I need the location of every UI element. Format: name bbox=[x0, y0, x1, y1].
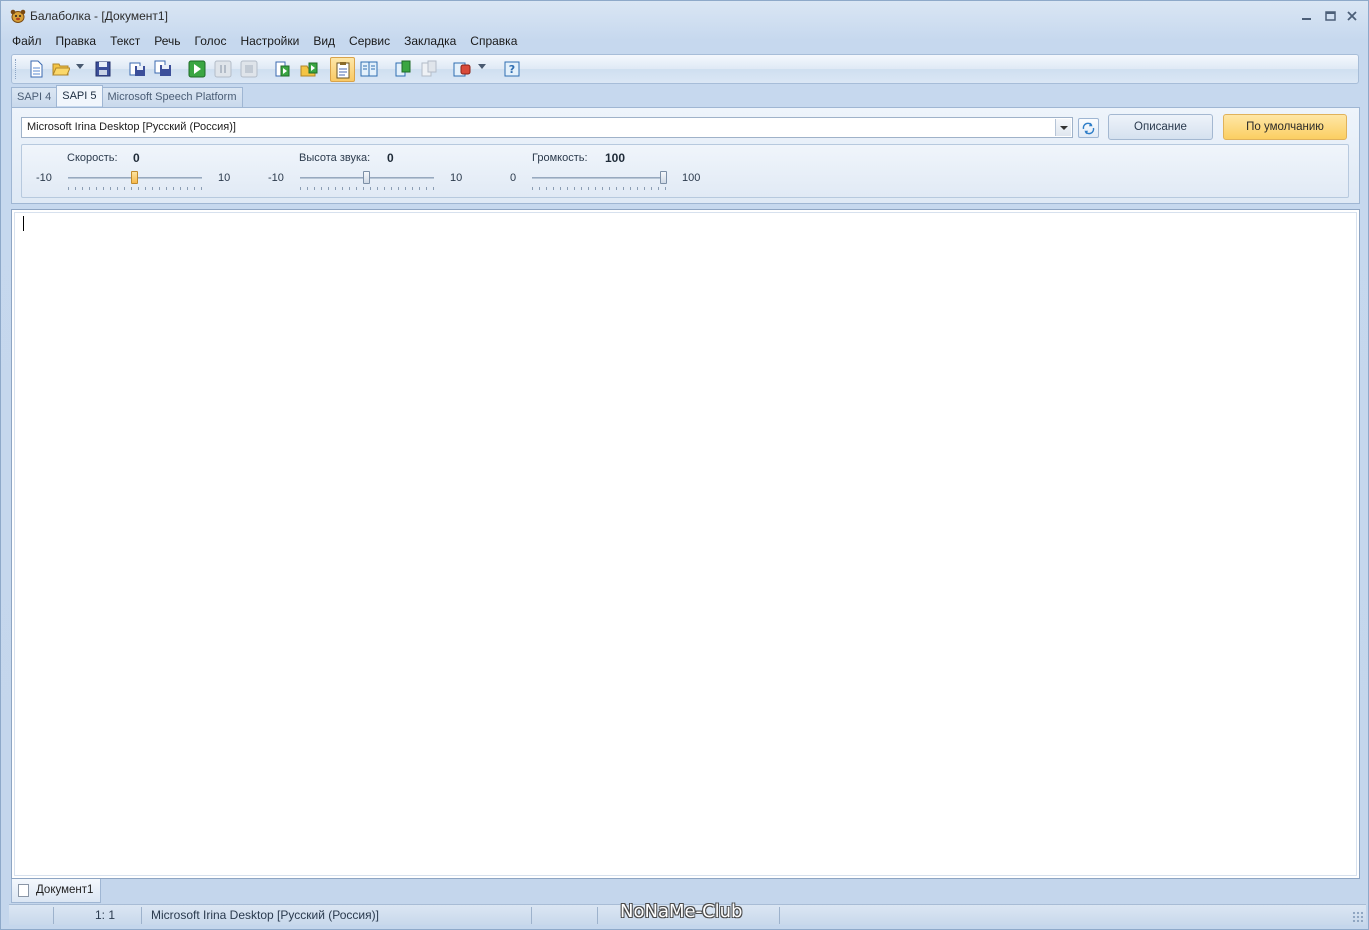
pitch-min: -10 bbox=[268, 172, 284, 184]
status-separator bbox=[597, 907, 598, 924]
resize-grip-icon[interactable] bbox=[1352, 911, 1363, 922]
status-voice: Microsoft Irina Desktop [Русский (Россия… bbox=[151, 908, 379, 922]
voice-panel: Microsoft Irina Desktop [Русский (Россия… bbox=[11, 107, 1360, 204]
rate-min: -10 bbox=[36, 172, 52, 184]
description-button[interactable]: Описание bbox=[1108, 114, 1213, 140]
close-icon[interactable] bbox=[1342, 8, 1362, 24]
play-icon[interactable] bbox=[188, 60, 206, 78]
volume-max: 100 bbox=[682, 172, 701, 184]
pitch-ticks bbox=[300, 187, 434, 190]
menu-view[interactable]: Вид bbox=[306, 32, 342, 52]
voice-dropdown-icon[interactable] bbox=[478, 64, 486, 69]
text-editor[interactable] bbox=[11, 209, 1360, 879]
pitch-label: Высота звука: bbox=[299, 152, 371, 164]
volume-track[interactable] bbox=[532, 177, 666, 179]
tab-sapi5[interactable]: SAPI 5 bbox=[56, 85, 103, 106]
save-icon[interactable] bbox=[94, 60, 112, 78]
status-separator bbox=[53, 907, 54, 924]
clipboard-monitor-icon bbox=[336, 62, 350, 79]
voice-select[interactable]: Microsoft Irina Desktop [Русский (Россия… bbox=[21, 117, 1073, 138]
pitch-value: 0 bbox=[387, 151, 394, 165]
open-dropdown-icon[interactable] bbox=[76, 64, 84, 69]
toolbar-grip[interactable] bbox=[15, 59, 18, 79]
minimize-icon[interactable] bbox=[1296, 8, 1316, 24]
batch-convert-icon[interactable] bbox=[154, 60, 172, 78]
help-icon[interactable]: ? bbox=[503, 60, 521, 78]
menu-speech[interactable]: Речь bbox=[147, 32, 187, 52]
tab-sapi4[interactable]: SAPI 4 bbox=[11, 87, 58, 107]
status-separator bbox=[531, 907, 532, 924]
toolbar: ? bbox=[11, 54, 1359, 84]
document-tab-label: Документ1 bbox=[36, 884, 94, 896]
open-folder-icon[interactable] bbox=[52, 60, 70, 78]
title-bar: Балаболка - [Документ1] bbox=[1, 1, 1368, 31]
status-separator bbox=[779, 907, 780, 924]
engine-tabs: SAPI 4 SAPI 5 Microsoft Speech Platform bbox=[11, 85, 243, 107]
menu-file[interactable]: Файл bbox=[5, 32, 49, 52]
menu-bookmark[interactable]: Закладка bbox=[397, 32, 463, 52]
default-button[interactable]: По умолчанию bbox=[1223, 114, 1347, 140]
new-document-icon[interactable] bbox=[27, 60, 45, 78]
read-clipboard-icon[interactable] bbox=[273, 60, 291, 78]
tab-speech-platform[interactable]: Microsoft Speech Platform bbox=[101, 87, 243, 107]
menu-bar: Файл Правка Текст Речь Голос Настройки В… bbox=[5, 32, 524, 52]
window-title: Балаболка - [Документ1] bbox=[30, 9, 168, 23]
maximize-icon[interactable] bbox=[1320, 8, 1340, 24]
cursor-position: 1: 1 bbox=[95, 908, 116, 922]
menu-voice[interactable]: Голос bbox=[188, 32, 234, 52]
volume-ticks bbox=[532, 187, 666, 190]
voice-select-value: Microsoft Irina Desktop [Русский (Россия… bbox=[27, 121, 236, 133]
voice-select-icon[interactable] bbox=[453, 60, 471, 78]
volume-label: Громкость: bbox=[532, 152, 588, 164]
volume-value: 100 bbox=[605, 151, 626, 165]
volume-min: 0 bbox=[510, 172, 517, 184]
menu-tools[interactable]: Сервис bbox=[342, 32, 397, 52]
pitch-max: 10 bbox=[450, 172, 463, 184]
svg-text:?: ? bbox=[509, 63, 515, 76]
app-window: Балаболка - [Документ1] Файл Правка Текс… bbox=[0, 0, 1369, 930]
split-icon[interactable] bbox=[394, 60, 412, 78]
watermark: NoNaMe-Club bbox=[620, 901, 743, 922]
refresh-voices-icon[interactable] bbox=[1078, 118, 1099, 138]
menu-settings[interactable]: Настройки bbox=[233, 32, 306, 52]
merge-icon[interactable] bbox=[420, 60, 438, 78]
volume-slider-thumb[interactable] bbox=[660, 171, 667, 184]
export-audio-icon[interactable] bbox=[128, 60, 146, 78]
app-logo-icon bbox=[10, 9, 26, 23]
dictionary-icon[interactable] bbox=[360, 60, 378, 78]
document-tab[interactable]: Документ1 bbox=[11, 879, 101, 903]
menu-edit[interactable]: Правка bbox=[49, 32, 104, 52]
voice-select-arrow-icon[interactable] bbox=[1055, 119, 1071, 136]
pitch-slider-thumb[interactable] bbox=[363, 171, 370, 184]
pause-icon[interactable] bbox=[214, 60, 232, 78]
menu-text[interactable]: Текст bbox=[103, 32, 147, 52]
rate-slider-thumb[interactable] bbox=[131, 171, 138, 184]
stop-icon[interactable] bbox=[240, 60, 258, 78]
text-editor-area[interactable] bbox=[14, 212, 1357, 876]
clipboard-monitor-button[interactable] bbox=[330, 57, 355, 82]
rate-label: Скорость: bbox=[67, 152, 118, 164]
text-caret bbox=[23, 216, 24, 231]
rate-ticks bbox=[68, 187, 202, 190]
status-separator bbox=[141, 907, 142, 924]
voice-sliders: Скорость: 0 -10 10 Высота звука: 0 -10 1… bbox=[21, 144, 1349, 198]
rate-max: 10 bbox=[218, 172, 231, 184]
document-icon bbox=[18, 884, 29, 897]
read-file-icon[interactable] bbox=[300, 60, 318, 78]
menu-help[interactable]: Справка bbox=[463, 32, 524, 52]
rate-value: 0 bbox=[133, 151, 140, 165]
